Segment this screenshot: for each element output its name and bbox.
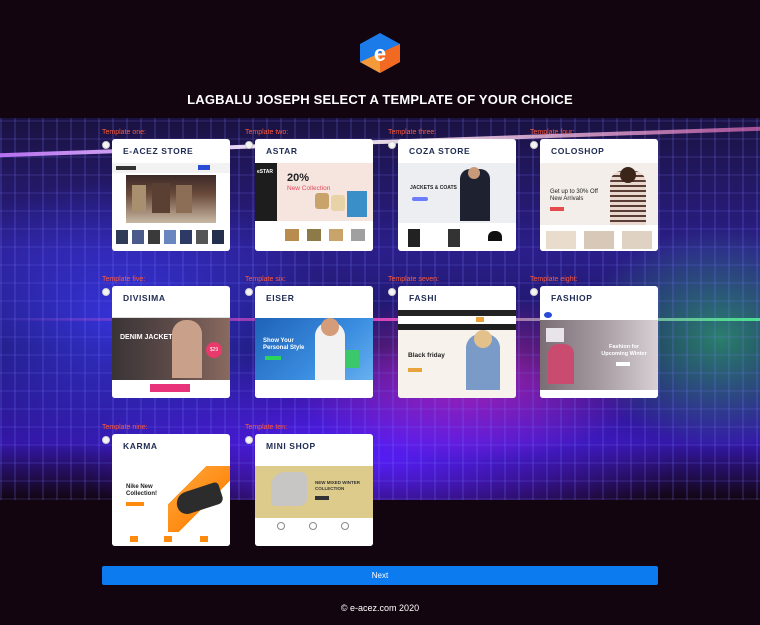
- page-title: LAGBALU JOSEPH SELECT A TEMPLATE OF YOUR…: [187, 92, 573, 107]
- template-preview-image: Show Your Personal Style: [255, 310, 373, 398]
- preview-headline: Nike New Collection!: [126, 484, 157, 497]
- template-radio[interactable]: [102, 288, 110, 296]
- template-option-5[interactable]: Template five: DIVISIMA DENIM JACKETS $2…: [102, 276, 242, 400]
- template-preview-image: Nike New Collection!: [112, 458, 230, 546]
- template-option-4[interactable]: Template four: COLOSHOP Get up to 30% Of…: [530, 129, 670, 253]
- template-radio[interactable]: [388, 288, 396, 296]
- template-name: COZA STORE: [409, 146, 471, 156]
- template-slot-label: Template five:: [102, 276, 146, 283]
- template-card[interactable]: E-ACEZ STORE: [112, 139, 230, 251]
- template-option-10[interactable]: Template ten: MINI SHOP NEW MIXED WINTER…: [245, 424, 385, 548]
- template-slot-label: Template two:: [245, 129, 289, 136]
- template-preview-image: JACKETS & COATS: [398, 163, 516, 251]
- preview-headline: Fashion for Upcoming Winter: [601, 344, 647, 357]
- next-button[interactable]: Next: [102, 566, 658, 585]
- template-option-9[interactable]: Template nine: KARMA Nike New Collection…: [102, 424, 242, 548]
- template-card[interactable]: KARMA Nike New Collection!: [112, 434, 230, 546]
- template-preview-image: eSTAR 20% New Collection: [255, 163, 373, 251]
- preview-headline: Show Your Personal Style: [263, 338, 305, 351]
- preview-headline: 20%: [287, 172, 310, 184]
- template-preview-image: [112, 163, 230, 251]
- e-acez-logo-icon: e: [359, 32, 401, 74]
- template-radio[interactable]: [530, 288, 538, 296]
- template-preview-image: Black friday: [398, 310, 516, 398]
- template-option-6[interactable]: Template six: EISER Show Your Personal S…: [245, 276, 385, 400]
- template-radio[interactable]: [102, 436, 110, 444]
- template-name: MINI SHOP: [266, 441, 316, 451]
- preview-headline: JACKETS & COATS: [410, 185, 457, 191]
- template-card[interactable]: EISER Show Your Personal Style: [255, 286, 373, 398]
- preview-headline: Black friday: [408, 352, 445, 359]
- template-name: EISER: [266, 293, 295, 303]
- template-radio[interactable]: [245, 436, 253, 444]
- template-radio[interactable]: [245, 141, 253, 149]
- template-radio[interactable]: [102, 141, 110, 149]
- template-name: DIVISIMA: [123, 293, 166, 303]
- preview-headline: DENIM JACKETS: [120, 334, 178, 341]
- template-preview-image: NEW MIXED WINTER COLLECTION: [255, 458, 373, 546]
- preview-subheadline: New Collection: [287, 185, 331, 192]
- template-option-7[interactable]: Template seven: FASHI Black friday: [388, 276, 528, 400]
- template-option-8[interactable]: Template eight: FASHIOP Fashion for Upco…: [530, 276, 670, 400]
- preview-price-badge: $29: [206, 342, 222, 358]
- template-option-3[interactable]: Template three: COZA STORE JACKETS & COA…: [388, 129, 528, 253]
- template-radio[interactable]: [245, 288, 253, 296]
- template-card[interactable]: ASTAR eSTAR 20% New Collection: [255, 139, 373, 251]
- template-card[interactable]: DIVISIMA DENIM JACKETS $29: [112, 286, 230, 398]
- template-name: FASHI: [409, 293, 438, 303]
- template-slot-label: Template six:: [245, 276, 286, 283]
- template-card[interactable]: COLOSHOP Get up to 30% Off New Arrivals: [540, 139, 658, 251]
- template-radio[interactable]: [530, 141, 538, 149]
- template-slot-label: Template three:: [388, 129, 437, 136]
- template-radio[interactable]: [388, 141, 396, 149]
- template-preview-image: Fashion for Upcoming Winter: [540, 310, 658, 398]
- template-card[interactable]: COZA STORE JACKETS & COATS: [398, 139, 516, 251]
- template-slot-label: Template nine:: [102, 424, 148, 431]
- template-name: COLOSHOP: [551, 146, 605, 156]
- template-slot-label: Template four:: [530, 129, 575, 136]
- template-name: E-ACEZ STORE: [123, 146, 194, 156]
- template-name: FASHIOP: [551, 293, 593, 303]
- preview-logo-text: eSTAR: [257, 169, 274, 175]
- template-card[interactable]: FASHIOP Fashion for Upcoming Winter: [540, 286, 658, 398]
- template-preview-image: Get up to 30% Off New Arrivals: [540, 163, 658, 251]
- template-card[interactable]: FASHI Black friday: [398, 286, 516, 398]
- template-preview-image: DENIM JACKETS $29: [112, 310, 230, 398]
- preview-headline: Get up to 30% Off New Arrivals: [550, 189, 598, 202]
- template-option-1[interactable]: Template one: E-ACEZ STORE: [102, 129, 242, 253]
- template-name: ASTAR: [266, 146, 298, 156]
- preview-headline: NEW MIXED WINTER COLLECTION: [315, 480, 360, 491]
- template-option-2[interactable]: Template two: ASTAR eSTAR 20% New Collec…: [245, 129, 385, 253]
- template-slot-label: Template eight:: [530, 276, 578, 283]
- template-slot-label: Template seven:: [388, 276, 439, 283]
- template-card[interactable]: MINI SHOP NEW MIXED WINTER COLLECTION: [255, 434, 373, 546]
- svg-text:e: e: [374, 41, 386, 66]
- footer-copyright: © e-acez.com 2020: [340, 603, 420, 613]
- template-slot-label: Template one:: [102, 129, 146, 136]
- template-slot-label: Template ten:: [245, 424, 288, 431]
- template-name: KARMA: [123, 441, 158, 451]
